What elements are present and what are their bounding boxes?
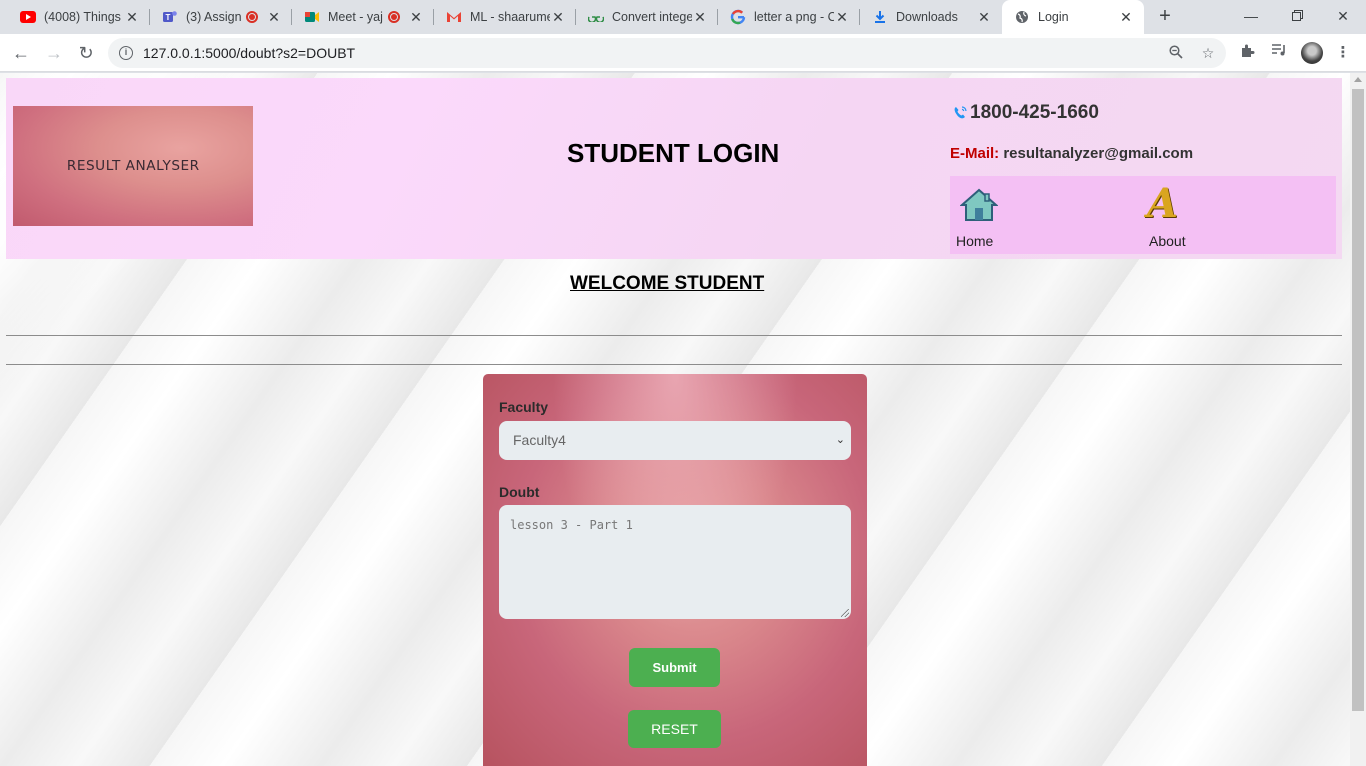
bookmark-star-icon[interactable]: ☆ [1200,45,1216,61]
google-icon [730,9,746,25]
divider [6,364,1342,365]
welcome-heading: WELCOME STUDENT [570,273,765,294]
doubt-form: Faculty Faculty4 ⌄ Doubt lesson 3 - Part… [483,374,867,766]
profile-avatar[interactable] [1301,42,1323,64]
browser-toolbar: ← → ↻ i 127.0.0.1:5000/doubt?s2=DOUBT ☆ … [0,34,1366,72]
nav-home-label: Home [956,233,994,249]
close-tab-icon[interactable]: ✕ [550,9,566,26]
tab-meet[interactable]: Meet - yaj ✕ [292,0,434,34]
restore-icon[interactable] [1274,0,1320,32]
meet-icon [304,9,320,25]
nav-about-link[interactable]: A About [1143,176,1223,254]
minimize-icon[interactable]: — [1228,0,1274,32]
contact-phone: 1800-425-1660 [952,102,1099,124]
tab-title: (4008) Things [44,10,121,24]
tab-title: (3) Assign [186,10,242,24]
nav-home-link[interactable]: Home [950,176,1030,254]
reset-button[interactable]: RESET [628,710,721,748]
doubt-textarea[interactable]: lesson 3 - Part 1 [499,505,851,619]
globe-icon [1014,9,1030,25]
site-header: RESULT ANALYSER STUDENT LOGIN 1800-425-1… [6,78,1342,259]
tab-title: letter a png - C [754,10,834,24]
tab-geeksforgeeks[interactable]: Convert intege ✕ [576,0,718,34]
vertical-scrollbar[interactable] [1350,73,1366,766]
download-icon [872,9,888,25]
contact-email: E-Mail: resultanalyzer@gmail.com [950,145,1193,162]
scroll-up-icon[interactable] [1354,77,1362,82]
menu-kebab-icon[interactable]: ⋮ [1333,43,1353,63]
tab-gmail[interactable]: ML - shaarume ✕ [434,0,576,34]
tab-title: Meet - yaj [328,10,383,24]
site-logo[interactable]: RESULT ANALYSER [13,106,253,226]
phone-icon [952,105,968,121]
header-nav: Home A About [950,176,1336,254]
youtube-icon [20,9,36,25]
close-tab-icon[interactable]: ✕ [834,9,850,26]
close-tab-icon[interactable]: ✕ [266,9,282,26]
email-label: E-Mail: [950,145,1000,162]
faculty-selected-value: Faculty4 [513,432,566,448]
home-icon [959,188,999,227]
reload-icon[interactable]: ↻ [72,39,100,67]
tab-google[interactable]: letter a png - C ✕ [718,0,860,34]
forward-icon[interactable]: → [40,39,68,67]
close-tab-icon[interactable]: ✕ [976,9,992,26]
letter-a-icon: A [1147,180,1179,227]
extensions-icon[interactable] [1238,43,1258,63]
doubt-text: lesson 3 - Part 1 [510,518,633,532]
back-icon[interactable]: ← [7,39,35,67]
phone-number: 1800-425-1660 [970,102,1099,123]
page-title: STUDENT LOGIN [567,138,780,168]
faculty-select[interactable]: Faculty4 ⌄ [499,421,851,460]
page-viewport: RESULT ANALYSER STUDENT LOGIN 1800-425-1… [0,73,1350,766]
zoom-icon[interactable] [1168,45,1184,61]
close-tab-icon[interactable]: ✕ [408,9,424,26]
email-address: resultanalyzer@gmail.com [1003,145,1194,162]
close-tab-icon[interactable]: ✕ [1118,9,1134,26]
teams-icon: T [162,9,178,25]
chevron-down-icon: ⌄ [835,434,845,446]
tab-title: Downloads [896,10,958,24]
tab-teams[interactable]: T (3) Assign ✕ [150,0,292,34]
tab-downloads[interactable]: Downloads ✕ [860,0,1002,34]
close-window-icon[interactable]: ✕ [1320,0,1366,32]
site-info-icon[interactable]: i [119,46,133,60]
tab-title: Login [1038,10,1069,24]
divider [6,335,1342,336]
recording-icon [246,11,258,23]
media-control-icon[interactable] [1269,43,1289,63]
faculty-label: Faculty [499,399,549,415]
geeksforgeeks-icon [588,9,604,25]
svg-text:T: T [166,13,171,22]
resize-grip-icon[interactable] [841,609,849,617]
close-tab-icon[interactable]: ✕ [124,9,140,26]
logo-text: RESULT ANALYSER [66,158,200,174]
tab-title: Convert intege [612,10,692,24]
nav-about-label: About [1149,233,1186,249]
close-tab-icon[interactable]: ✕ [692,9,708,26]
tab-youtube[interactable]: (4008) Things ✕ [8,0,150,34]
address-bar[interactable]: i 127.0.0.1:5000/doubt?s2=DOUBT ☆ [108,38,1226,68]
scrollbar-thumb[interactable] [1352,89,1364,711]
submit-button[interactable]: Submit [629,648,720,687]
tab-login[interactable]: Login ✕ [1002,0,1144,34]
new-tab-icon[interactable]: + [1154,5,1176,27]
url-text[interactable]: 127.0.0.1:5000/doubt?s2=DOUBT [143,45,355,61]
recording-icon [388,11,400,23]
tab-strip: (4008) Things ✕ T (3) Assign ✕ Meet - ya… [0,0,1366,34]
doubt-label: Doubt [499,484,540,500]
gmail-icon [446,9,462,25]
tab-title: ML - shaarume [470,10,550,24]
